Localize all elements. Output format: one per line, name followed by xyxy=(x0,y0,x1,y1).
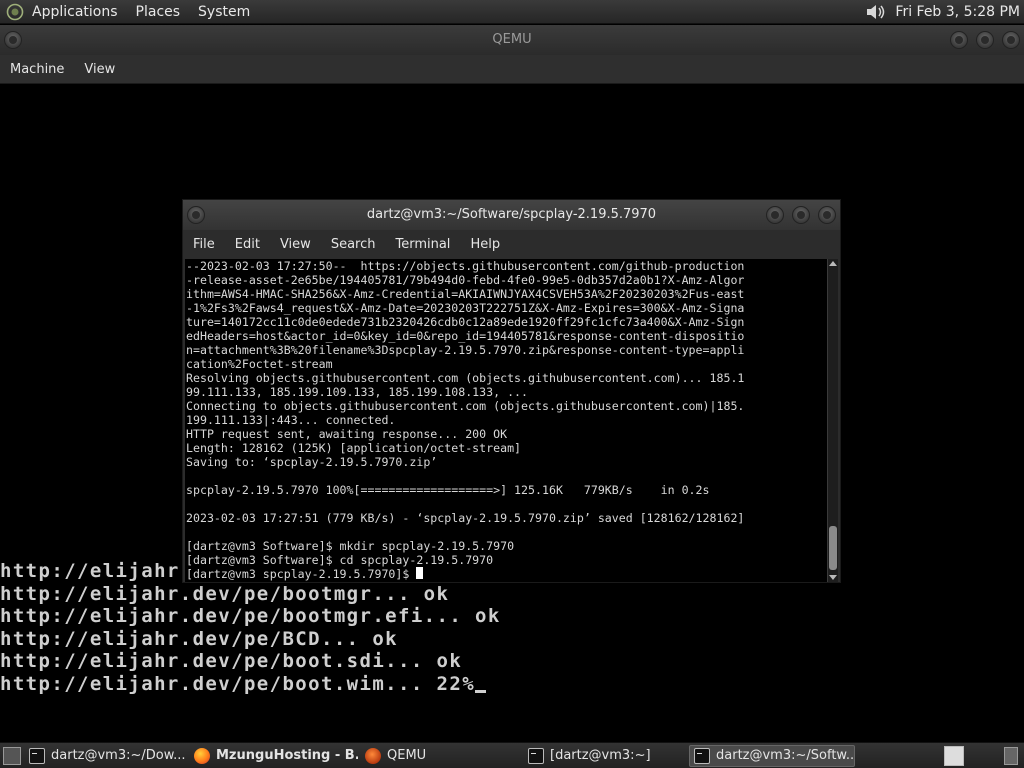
terminal-line: Connecting to objects.githubusercontent.… xyxy=(186,399,745,413)
vm-line: http://elijahr.dev/pe/BCD... ok xyxy=(0,627,399,650)
top-panel: Applications Places System Fri Feb 3, 5:… xyxy=(0,0,1024,24)
terminal-icon xyxy=(694,747,710,764)
terminal-line: spcplay-2.19.5.7970 100%[===============… xyxy=(186,483,710,497)
qemu-menu-machine[interactable]: Machine xyxy=(0,62,74,77)
minimize-icon[interactable] xyxy=(766,206,784,224)
show-desktop-icon[interactable] xyxy=(3,746,21,765)
terminal-line: -1%2Fs3%2Faws4_request&X-Amz-Date=202302… xyxy=(186,301,745,315)
firefox-icon xyxy=(194,747,210,764)
volume-icon[interactable] xyxy=(865,2,887,22)
applications-menu[interactable]: Applications xyxy=(0,0,127,24)
terminal-prompt-line: [dartz@vm3 spcplay-2.19.5.7970]$ xyxy=(186,567,827,581)
trash-icon[interactable] xyxy=(1004,747,1018,765)
taskbar-item-terminal-home[interactable]: [dartz@vm3:~] xyxy=(524,745,686,767)
close-icon[interactable] xyxy=(818,206,836,224)
terminal-line: 99.111.133, 185.199.109.133, 185.199.108… xyxy=(186,385,529,399)
scrollbar-thumb[interactable] xyxy=(829,526,837,570)
terminal-line: n=attachment%3B%20filename%3Dspcplay-2.1… xyxy=(186,343,745,357)
terminal-scrollbar[interactable] xyxy=(827,259,838,582)
taskbar-item-label: QEMU xyxy=(387,748,427,763)
terminal-line: 2023-02-03 17:27:51 (779 KB/s) - ‘spcpla… xyxy=(186,511,745,525)
scroll-up-icon[interactable] xyxy=(829,261,837,266)
terminal-window-title: dartz@vm3:~/Software/spcplay-2.19.5.7970 xyxy=(366,207,657,222)
taskbar-item-terminal-software[interactable]: dartz@vm3:~/Softw... xyxy=(689,744,855,767)
workspace-switcher[interactable] xyxy=(944,746,964,766)
qemu-titlebar[interactable]: QEMU xyxy=(0,25,1024,55)
terminal-line: ture=140172cc11c0de0edede731b2320426cdb0… xyxy=(186,315,745,329)
terminal-line: 199.111.133|:443... connected. xyxy=(186,413,396,427)
taskbar-item-label: [dartz@vm3:~] xyxy=(550,748,651,763)
vm-line: http://elijahr.dev/pe/bootmgr.efi... ok xyxy=(0,605,501,628)
taskbar-item-label: dartz@vm3:~/Dow... xyxy=(51,748,186,763)
terminal-line: ithm=AWS4-HMAC-SHA256&X-Amz-Credential=A… xyxy=(186,287,745,301)
places-menu[interactable]: Places xyxy=(127,0,190,24)
vm-line: http://elijahr.dev/pe/boot.sdi... ok xyxy=(0,650,463,673)
terminal-menubar: File Edit View Search Terminal Help xyxy=(183,230,840,258)
terminal-menu-edit[interactable]: Edit xyxy=(225,237,270,252)
terminal-icon xyxy=(528,747,544,764)
vm-line-last: http://elijahr.dev/pe/boot.wim... 22% xyxy=(0,673,501,696)
qemu-menu-view[interactable]: View xyxy=(74,62,125,77)
minimize-icon[interactable] xyxy=(950,31,968,49)
terminal-line: Resolving objects.githubusercontent.com … xyxy=(186,371,745,385)
gnome-foot-icon xyxy=(6,3,24,20)
terminal-lines: --2023-02-03 17:27:50-- https://objects.… xyxy=(186,259,827,567)
vm-cursor xyxy=(475,689,487,693)
taskbar-item-qemu[interactable]: QEMU xyxy=(361,745,521,767)
taskbar-item-firefox[interactable]: MzunguHosting - B... xyxy=(190,745,358,767)
terminal-menu-view[interactable]: View xyxy=(270,237,321,252)
terminal-line: [dartz@vm3 Software]$ mkdir spcplay-2.19… xyxy=(186,539,515,553)
vm-line: http://elijahr.dev/pe/bootmgr... ok xyxy=(0,582,450,605)
panel-clock[interactable]: Fri Feb 3, 5:28 PM xyxy=(895,4,1020,20)
terminal-line: cation%2Foctet-stream xyxy=(186,357,333,371)
terminal-line: Saving to: ‘spcplay-2.19.5.7970.zip’ xyxy=(186,455,438,469)
terminal-line: edHeaders=host&actor_id=0&key_id=0&repo_… xyxy=(186,329,745,343)
applications-menu-label: Applications xyxy=(32,3,118,20)
taskbar-item-terminal-downloads[interactable]: dartz@vm3:~/Dow... xyxy=(25,745,187,767)
bottom-taskbar: dartz@vm3:~/Dow... MzunguHosting - B... … xyxy=(0,742,1024,768)
window-menu-icon[interactable] xyxy=(4,31,22,49)
maximize-icon[interactable] xyxy=(976,31,994,49)
close-icon[interactable] xyxy=(1002,31,1020,49)
terminal-icon xyxy=(29,747,45,764)
terminal-line: --2023-02-03 17:27:50-- https://objects.… xyxy=(186,259,745,273)
scroll-down-icon[interactable] xyxy=(829,575,837,580)
terminal-line: HTTP request sent, awaiting response... … xyxy=(186,427,508,441)
terminal-window[interactable]: dartz@vm3:~/Software/spcplay-2.19.5.7970… xyxy=(182,199,841,583)
terminal-line: Length: 128162 (125K) [application/octet… xyxy=(186,441,522,455)
maximize-icon[interactable] xyxy=(792,206,810,224)
qemu-icon xyxy=(365,747,381,764)
system-menu[interactable]: System xyxy=(189,0,259,24)
terminal-line: -release-asset-2e65be/194405781/79b494d0… xyxy=(186,273,745,287)
terminal-menu-file[interactable]: File xyxy=(183,237,225,252)
terminal-menu-search[interactable]: Search xyxy=(321,237,386,252)
window-menu-icon[interactable] xyxy=(187,206,205,224)
terminal-output[interactable]: --2023-02-03 17:27:50-- https://objects.… xyxy=(185,259,827,582)
qemu-menubar: Machine View xyxy=(0,55,1024,84)
vm-line: http://elijahr.dev/pe/boot.wim... 22% xyxy=(0,672,476,695)
terminal-cursor xyxy=(416,567,424,579)
terminal-titlebar[interactable]: dartz@vm3:~/Software/spcplay-2.19.5.7970 xyxy=(183,200,840,230)
terminal-menu-help[interactable]: Help xyxy=(460,237,510,252)
terminal-line: [dartz@vm3 Software]$ cd spcplay-2.19.5.… xyxy=(186,553,494,567)
terminal-menu-terminal[interactable]: Terminal xyxy=(385,237,460,252)
taskbar-item-label: MzunguHosting - B... xyxy=(216,748,358,763)
panel-tray: Fri Feb 3, 5:28 PM xyxy=(865,0,1020,24)
terminal-prompt: [dartz@vm3 spcplay-2.19.5.7970]$ xyxy=(186,567,417,581)
taskbar-item-label: dartz@vm3:~/Softw... xyxy=(716,748,855,763)
qemu-window-title: QEMU xyxy=(492,32,532,47)
